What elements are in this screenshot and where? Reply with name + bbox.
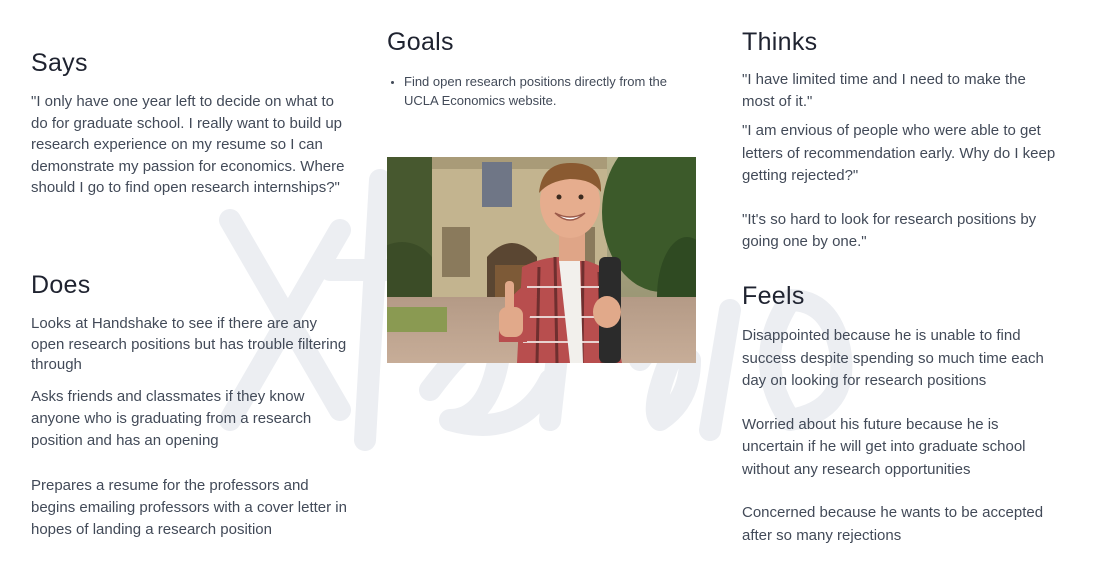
feels-heading: Feels [742,282,805,310]
says-heading: Says [31,49,88,77]
thinks-heading: Thinks [742,28,818,56]
thinks-item: "It's so hard to look for research posit… [742,210,1037,251]
feels-item: Concerned because he wants to be accepte… [742,504,1044,544]
goals-item: Find open research positions directly fr… [404,72,697,110]
goals-heading: Goals [387,28,454,56]
does-section: Does Looks at Handshake to see if there … [31,271,349,541]
says-quote: "I only have one year left to decide on … [31,93,345,196]
thinks-item: "I have limited time and I need to make … [742,71,1026,110]
thinks-section: Thinks "I have limited time and I need t… [742,28,1062,254]
persona-photo-illustration [387,157,696,363]
goals-list: Find open research positions directly fr… [387,72,697,110]
goals-section: Goals Find open research positions direc… [387,28,697,110]
says-section: Says "I only have one year left to decid… [31,49,346,199]
feels-item: Worried about his future because he is u… [742,415,1026,478]
feels-section: Feels Disappointed because he is unable … [742,282,1060,547]
does-heading: Does [31,271,91,299]
does-item: Asks friends and classmates if they know… [31,387,312,449]
does-item: Prepares a resume for the professors and… [31,476,347,538]
thinks-item: "I am envious of people who were able to… [742,122,1056,184]
feels-item: Disappointed because he is unable to fin… [742,327,1044,389]
persona-photo [387,157,696,363]
does-item: Looks at Handshake to see if there are a… [31,315,347,373]
